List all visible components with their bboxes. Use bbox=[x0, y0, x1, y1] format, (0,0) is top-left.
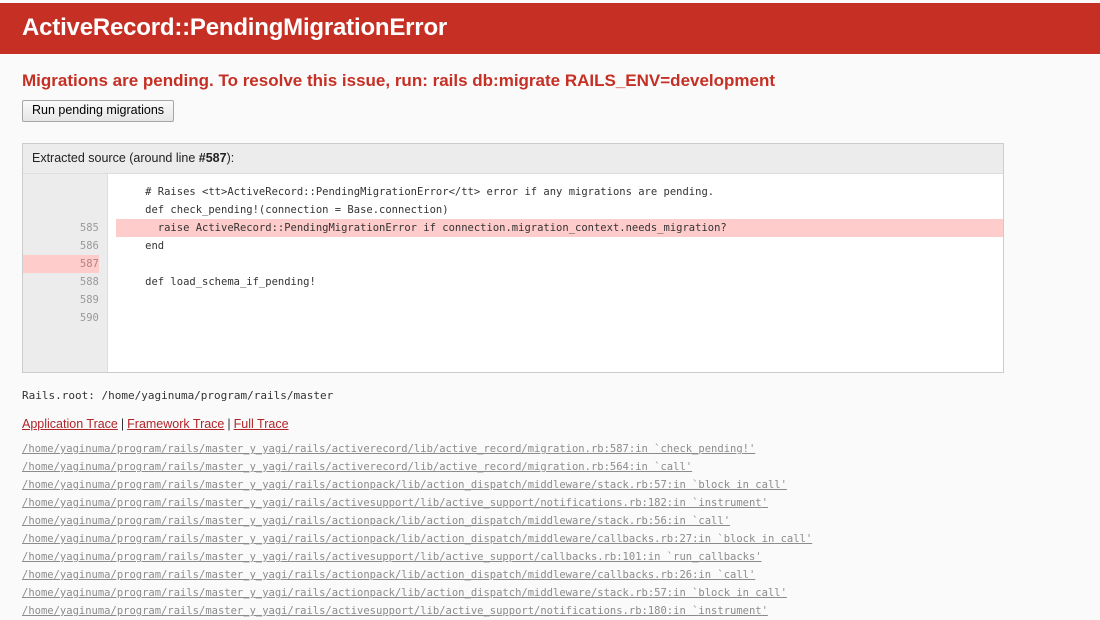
source-line-number: 585 bbox=[79, 222, 99, 234]
source-line-number: 587 bbox=[23, 255, 99, 273]
error-content: Migrations are pending. To resolve this … bbox=[0, 71, 1100, 620]
error-page: ActiveRecord::PendingMigrationError Migr… bbox=[0, 0, 1100, 617]
source-code-table: 585 586 587 588 589 590 # Raises <tt>ActiveRe… bbox=[23, 174, 1003, 372]
backtrace-link[interactable]: /home/yaginuma/program/rails/master_y_ya… bbox=[22, 530, 1080, 548]
backtrace-link[interactable]: /home/yaginuma/program/rails/master_y_ya… bbox=[22, 458, 1080, 476]
source-title-line-number: #587 bbox=[198, 151, 227, 165]
source-title-prefix: Extracted source (around line bbox=[32, 151, 199, 165]
source-line-number: 588 bbox=[79, 276, 99, 288]
backtrace-link[interactable]: /home/yaginuma/program/rails/master_y_ya… bbox=[22, 566, 1080, 584]
run-pending-migrations-button[interactable]: Run pending migrations bbox=[22, 100, 175, 122]
source-code-line: def check_pending!(connection = Base.con… bbox=[119, 204, 449, 216]
tab-application-trace[interactable]: Application Trace bbox=[22, 417, 118, 431]
backtrace-link[interactable]: /home/yaginuma/program/rails/master_y_ya… bbox=[22, 584, 1080, 602]
backtrace-link[interactable]: /home/yaginuma/program/rails/master_y_ya… bbox=[22, 440, 1080, 458]
source-code-body: # Raises <tt>ActiveRecord::PendingMigrat… bbox=[107, 174, 1003, 372]
source-line-number: 586 bbox=[79, 240, 99, 252]
page-title: ActiveRecord::PendingMigrationError bbox=[22, 14, 448, 41]
backtrace-list: /home/yaginuma/program/rails/master_y_ya… bbox=[22, 440, 1080, 620]
source-line-number: 589 bbox=[79, 294, 99, 306]
line-number-gutter: 585 586 587 588 589 590 bbox=[23, 174, 108, 372]
trace-separator-2: | bbox=[227, 417, 231, 431]
rails-root-path: Rails.root: /home/yaginuma/program/rails… bbox=[22, 389, 334, 402]
error-message: Migrations are pending. To resolve this … bbox=[22, 71, 776, 90]
source-title-suffix: ): bbox=[226, 151, 235, 165]
backtrace-link[interactable]: /home/yaginuma/program/rails/master_y_ya… bbox=[22, 548, 1080, 566]
trace-separator-1: | bbox=[120, 417, 125, 431]
source-code-line: end bbox=[119, 240, 165, 252]
backtrace-link[interactable]: /home/yaginuma/program/rails/master_y_ya… bbox=[22, 494, 1080, 512]
source-code-line: # Raises <tt>ActiveRecord::PendingMigrat… bbox=[119, 186, 715, 198]
extracted-source-panel: Extracted source (around line #587): 585… bbox=[22, 143, 1004, 373]
source-code-line bbox=[116, 255, 1003, 273]
source-line-number: 590 bbox=[79, 312, 99, 324]
tab-framework-trace[interactable]: Framework Trace bbox=[127, 417, 224, 431]
extracted-source-title: Extracted source (around line #587): bbox=[23, 144, 1003, 174]
backtrace-link[interactable]: /home/yaginuma/program/rails/master_y_ya… bbox=[22, 476, 1080, 494]
tab-full-trace[interactable]: Full Trace bbox=[234, 417, 289, 431]
error-header-bar: ActiveRecord::PendingMigrationError bbox=[0, 3, 1100, 54]
source-code-line: def load_schema_if_pending! bbox=[119, 276, 316, 288]
backtrace-link[interactable]: /home/yaginuma/program/rails/master_y_ya… bbox=[22, 512, 1080, 530]
trace-tab-links: Application Trace | Framework Trace | Full T… bbox=[22, 417, 1080, 431]
source-code-line: raise ActiveRecord::PendingMigrationErro… bbox=[115, 219, 1003, 237]
backtrace-link[interactable]: /home/yaginuma/program/rails/master_y_ya… bbox=[22, 602, 1080, 620]
